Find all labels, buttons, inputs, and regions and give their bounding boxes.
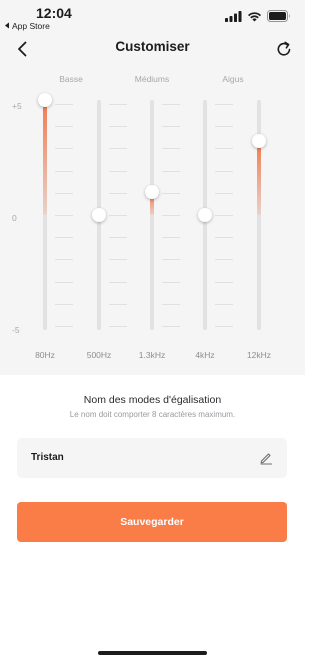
freq-label-12khz: 12kHz (246, 350, 272, 360)
slider-knob[interactable] (92, 208, 106, 222)
save-button[interactable]: Sauvegarder (17, 502, 287, 542)
band-group-basse: Basse (59, 74, 83, 84)
back-triangle-icon (4, 21, 10, 31)
mode-name-title: Nom des modes d'égalisation (83, 394, 222, 406)
db-label-zero: 0 (12, 213, 17, 223)
mode-name-field[interactable]: Tristan (17, 438, 287, 478)
db-label-max: +5 (12, 101, 22, 111)
band-group-aigus: Aigus (222, 74, 244, 84)
back-to-app-store[interactable]: App Store (4, 21, 50, 31)
eq-slider-80hz[interactable] (30, 93, 60, 330)
wifi-icon (247, 9, 262, 27)
eq-slider-4khz[interactable] (190, 100, 220, 330)
slider-fill (257, 141, 261, 215)
slider-fill (43, 100, 47, 215)
slider-track (150, 100, 154, 330)
slider-knob[interactable] (145, 185, 159, 199)
band-group-mediums: Médiums (134, 74, 170, 84)
freq-label-4khz: 4kHz (195, 350, 215, 360)
home-indicator (98, 651, 207, 655)
status-icons (225, 9, 291, 27)
pencil-icon[interactable] (259, 451, 273, 465)
eq-slider-500hz[interactable] (84, 100, 114, 330)
freq-label-1-3khz: 1.3kHz (138, 350, 166, 360)
signal-icon (225, 9, 242, 27)
status-bar: 12:04 App Store (0, 0, 305, 34)
freq-label-500hz: 500Hz (86, 350, 112, 360)
slider-knob[interactable] (38, 93, 52, 107)
back-app-label: App Store (12, 21, 50, 31)
header: Customiser (0, 34, 305, 64)
slider-knob[interactable] (252, 134, 266, 149)
battery-icon (267, 9, 291, 27)
eq-slider-1-3khz[interactable] (137, 100, 167, 330)
mode-name-hint: Le nom doit comporter 8 caractères maxim… (69, 410, 236, 419)
status-time: 12:04 (36, 5, 72, 21)
freq-label-80hz: 80Hz (35, 350, 55, 360)
eq-slider-12khz[interactable] (244, 100, 274, 330)
refresh-icon[interactable] (274, 39, 294, 59)
db-label-min: -5 (12, 325, 20, 335)
slider-knob[interactable] (198, 208, 212, 222)
mode-name-value[interactable]: Tristan (31, 452, 64, 463)
page-title: Customiser (115, 39, 190, 54)
